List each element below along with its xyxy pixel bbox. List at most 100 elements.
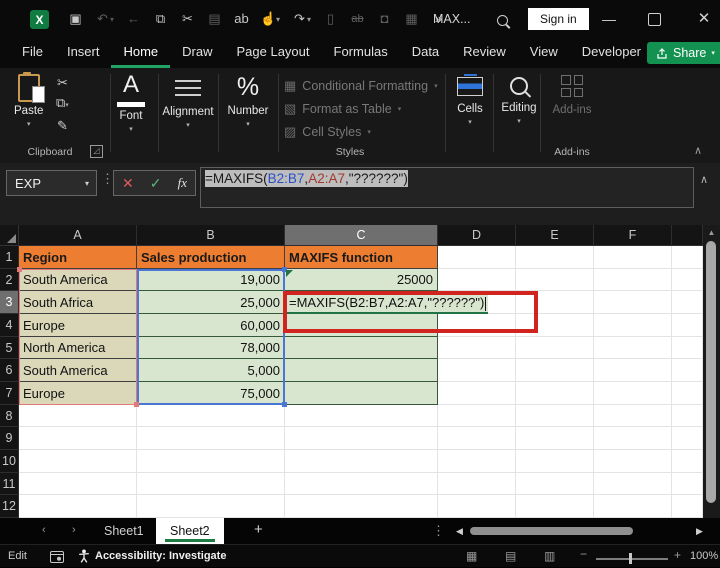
- cell-E12[interactable]: [516, 495, 594, 518]
- cell-F3[interactable]: [594, 291, 672, 314]
- cell-F11[interactable]: [594, 473, 672, 495]
- name-box[interactable]: EXP ▾: [6, 170, 97, 196]
- row-header-11[interactable]: 11: [0, 473, 19, 495]
- sheet-options-icon[interactable]: ⋮: [432, 523, 445, 539]
- vertical-scrollbar-thumb[interactable]: [706, 241, 716, 503]
- zoom-in-icon[interactable]: +: [674, 548, 681, 562]
- cell-E10[interactable]: [516, 450, 594, 473]
- sheet-tab-sheet1[interactable]: Sheet1: [90, 518, 158, 544]
- row-header-6[interactable]: 6: [0, 359, 19, 382]
- column-header-A[interactable]: A: [19, 225, 137, 246]
- cell-D2[interactable]: [438, 269, 516, 291]
- cell-A5[interactable]: North America: [19, 337, 137, 359]
- row-header-3[interactable]: 3: [0, 291, 19, 314]
- cell-E9[interactable]: [516, 427, 594, 450]
- font-menu-button[interactable]: A Font ▾: [112, 72, 150, 133]
- cell-B1[interactable]: Sales production: [137, 246, 285, 269]
- row-header-5[interactable]: 5: [0, 337, 19, 359]
- cell-E7[interactable]: [516, 382, 594, 405]
- copy-icon[interactable]: ⧉▾: [56, 96, 69, 113]
- column-header-D[interactable]: D: [438, 225, 516, 246]
- cell-D7[interactable]: [438, 382, 516, 405]
- cell-A4[interactable]: Europe: [19, 314, 137, 337]
- ribbon-tab-formulas[interactable]: Formulas: [322, 38, 400, 68]
- cell-D1[interactable]: [438, 246, 516, 269]
- row-header-8[interactable]: 8: [0, 405, 19, 427]
- page-layout-view-icon[interactable]: ▤: [505, 549, 516, 563]
- cell-D3[interactable]: [438, 291, 516, 314]
- zoom-out-icon[interactable]: −: [580, 547, 587, 561]
- cell-E5[interactable]: [516, 337, 594, 359]
- column-header-E[interactable]: E: [516, 225, 594, 246]
- cell-C11[interactable]: [285, 473, 438, 495]
- redo-icon-dropdown[interactable]: ▾: [307, 15, 317, 24]
- row-header-2[interactable]: 2: [0, 269, 19, 291]
- row-header-7[interactable]: 7: [0, 382, 19, 405]
- cell-F8[interactable]: [594, 405, 672, 427]
- cell-A3[interactable]: South Africa: [19, 291, 137, 314]
- clipboard-dialog-launcher-icon[interactable]: ◿: [90, 145, 103, 158]
- sheet-nav-left-icon[interactable]: ‹: [42, 524, 46, 536]
- cell-D5[interactable]: [438, 337, 516, 359]
- sheet-nav-right-icon[interactable]: ›: [72, 524, 76, 536]
- collapse-ribbon-icon[interactable]: ∧: [694, 144, 702, 157]
- editing-menu-button[interactable]: Editing ▾: [496, 72, 542, 125]
- paste-button[interactable]: Paste ▾: [14, 72, 43, 128]
- cell-B9[interactable]: [137, 427, 285, 450]
- cancel-entry-icon[interactable]: ✕: [122, 175, 134, 192]
- insert-function-icon[interactable]: fx: [178, 175, 187, 191]
- cell-A7[interactable]: Europe: [19, 382, 137, 405]
- excel-logo-icon[interactable]: X: [30, 10, 49, 29]
- save-icon[interactable]: ▣: [62, 0, 89, 38]
- copy-icon[interactable]: ⧉: [147, 0, 174, 38]
- page-break-view-icon[interactable]: ▥: [544, 549, 555, 563]
- touch-mode-icon-dropdown[interactable]: ▾: [276, 15, 286, 24]
- row-header-1[interactable]: 1: [0, 246, 19, 269]
- range-handle[interactable]: [17, 267, 22, 272]
- normal-view-icon[interactable]: ▦: [466, 549, 477, 563]
- ribbon-tab-page-layout[interactable]: Page Layout: [225, 38, 322, 68]
- cells-menu-button[interactable]: Cells ▾: [449, 72, 491, 126]
- vertical-scrollbar[interactable]: ▲: [703, 225, 720, 518]
- select-all-corner[interactable]: [0, 225, 19, 246]
- cell-E8[interactable]: [516, 405, 594, 427]
- formula-input[interactable]: =MAXIFS(B2:B7,A2:A7,"??????"): [200, 167, 694, 208]
- cell-B10[interactable]: [137, 450, 285, 473]
- cell-A6[interactable]: South America: [19, 359, 137, 382]
- hscroll-right-icon[interactable]: ▶: [696, 526, 703, 537]
- cell-D6[interactable]: [438, 359, 516, 382]
- cell-F4[interactable]: [594, 314, 672, 337]
- zoom-slider-thumb[interactable]: [629, 553, 632, 564]
- cell-D4[interactable]: [438, 314, 516, 337]
- minimize-button[interactable]: —: [598, 8, 620, 30]
- cell-A9[interactable]: [19, 427, 137, 450]
- hscroll-left-icon[interactable]: ◀: [456, 526, 463, 537]
- row-header-9[interactable]: 9: [0, 427, 19, 450]
- alignment-menu-button[interactable]: Alignment ▾: [160, 72, 216, 129]
- cell-C8[interactable]: [285, 405, 438, 427]
- row-header-12[interactable]: 12: [0, 495, 19, 518]
- cell-D8[interactable]: [438, 405, 516, 427]
- maximize-button[interactable]: [648, 13, 661, 26]
- cell-B2[interactable]: 19,000: [137, 269, 285, 291]
- cell-B7[interactable]: 75,000: [137, 382, 285, 405]
- collapse-formula-bar-icon[interactable]: ∧: [700, 173, 708, 186]
- row-header-4[interactable]: 4: [0, 314, 19, 337]
- accessibility-status[interactable]: Accessibility: Investigate: [95, 550, 226, 562]
- cell-B6[interactable]: 5,000: [137, 359, 285, 382]
- cell-E1[interactable]: [516, 246, 594, 269]
- cell-D10[interactable]: [438, 450, 516, 473]
- cell-C10[interactable]: [285, 450, 438, 473]
- sheet-tab-sheet2[interactable]: Sheet2: [156, 518, 224, 544]
- macro-record-icon[interactable]: [50, 550, 64, 568]
- confirm-entry-icon[interactable]: ✓: [150, 175, 162, 192]
- number-menu-button[interactable]: % Number ▾: [222, 72, 274, 128]
- cell-C3[interactable]: [285, 291, 438, 314]
- cell-E3[interactable]: [516, 291, 594, 314]
- ribbon-tab-view[interactable]: View: [518, 38, 570, 68]
- cell-C4[interactable]: [285, 314, 438, 337]
- range-handle[interactable]: [282, 267, 287, 272]
- cell-B11[interactable]: [137, 473, 285, 495]
- column-header-B[interactable]: B: [137, 225, 285, 246]
- format-painter-icon[interactable]: ✎: [57, 119, 68, 133]
